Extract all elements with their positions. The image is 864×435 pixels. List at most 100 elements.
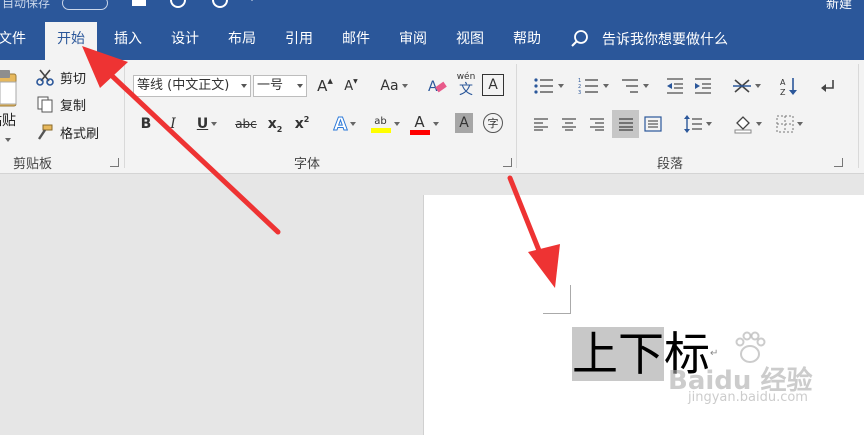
- align-left-button[interactable]: [530, 112, 552, 136]
- numbering-button[interactable]: 1 2 3: [573, 74, 613, 98]
- justify-button[interactable]: [612, 110, 639, 138]
- highlight-icon: ab: [374, 115, 387, 127]
- text-effects-icon: A: [333, 113, 348, 135]
- customize-icon[interactable]: [248, 0, 256, 1]
- format-painter-label: 格式刷: [60, 126, 100, 142]
- underline-icon: U: [196, 116, 209, 132]
- underline-button[interactable]: U: [192, 112, 222, 136]
- bullets-icon: [533, 78, 553, 94]
- tab-review[interactable]: 审阅: [399, 28, 427, 50]
- undo-icon[interactable]: [170, 0, 186, 8]
- line-spacing-button[interactable]: [678, 112, 716, 136]
- search-icon: [571, 30, 588, 47]
- align-center-button[interactable]: [558, 112, 580, 136]
- sort-icon: A Z: [780, 78, 797, 96]
- increase-indent-button[interactable]: [692, 74, 714, 98]
- bullets-button[interactable]: [528, 74, 568, 98]
- scissors-icon: [36, 69, 54, 86]
- font-color-button[interactable]: A: [408, 110, 440, 138]
- font-size-value: 一号: [257, 78, 284, 93]
- font-size-dropdown-icon: [297, 84, 303, 88]
- strikethrough-button[interactable]: abc: [232, 112, 260, 136]
- group-divider: [516, 64, 517, 168]
- paste-dropdown-icon[interactable]: [5, 138, 11, 142]
- tab-view[interactable]: 视图: [456, 28, 484, 50]
- subscript-button[interactable]: x2: [265, 112, 285, 136]
- clipboard-group-label: 剪贴板: [13, 157, 53, 172]
- superscript-mark: 2: [303, 114, 310, 124]
- character-border-button[interactable]: A: [482, 74, 504, 96]
- tab-layout[interactable]: 布局: [228, 28, 256, 50]
- shading-button[interactable]: [728, 112, 766, 136]
- italic-button[interactable]: I: [163, 112, 183, 136]
- align-right-icon: [590, 118, 604, 131]
- selected-text[interactable]: 上下: [572, 327, 664, 381]
- paste-button[interactable]: 粘贴: [0, 64, 30, 144]
- cut-button[interactable]: 剪切: [36, 66, 86, 88]
- title-bar: 自动保存 新建: [0, 0, 864, 14]
- character-shading-icon: A: [459, 115, 469, 131]
- tab-design[interactable]: 设计: [171, 28, 199, 50]
- svg-text:3: 3: [578, 90, 581, 95]
- superscript-icon: x: [294, 116, 304, 132]
- text-effects-button[interactable]: A: [328, 112, 362, 136]
- distributed-icon: [644, 116, 662, 132]
- phonetic-guide-button[interactable]: wén 文: [454, 70, 478, 100]
- change-case-icon: Aa: [380, 78, 399, 94]
- borders-button[interactable]: [770, 112, 808, 136]
- enclose-characters-button[interactable]: 字: [483, 113, 503, 133]
- grow-font-button[interactable]: A ▲: [315, 74, 335, 98]
- paragraph-group-label: 段落: [657, 157, 684, 172]
- tab-file[interactable]: 文件: [0, 28, 26, 50]
- format-painter-icon: [38, 124, 53, 140]
- clear-formatting-button[interactable]: A: [426, 74, 448, 98]
- subscript-icon: x: [267, 116, 277, 132]
- chinese-layout-icon: [732, 79, 751, 93]
- highlight-color-swatch: [370, 127, 391, 133]
- font-launcher-icon[interactable]: [503, 158, 512, 167]
- grow-font-icon: A: [317, 77, 328, 95]
- distributed-button[interactable]: [642, 112, 664, 136]
- paragraph-mark-icon: [821, 80, 834, 92]
- format-painter-button[interactable]: 格式刷: [36, 121, 99, 143]
- superscript-button[interactable]: x2: [292, 112, 312, 136]
- sort-button[interactable]: A Z: [778, 74, 800, 98]
- highlight-button[interactable]: ab: [366, 110, 404, 138]
- tell-me-box[interactable]: 告诉我你想要做什么: [570, 28, 728, 50]
- align-left-icon: [534, 118, 548, 131]
- bold-button[interactable]: B: [136, 112, 156, 136]
- redo-icon[interactable]: [212, 0, 228, 8]
- ribbon-home: 粘贴 剪切 复制 格式刷 剪贴板: [0, 60, 864, 174]
- font-name-select[interactable]: 等线 (中文正文): [133, 75, 251, 97]
- show-marks-button[interactable]: [816, 74, 838, 98]
- autosave-toggle[interactable]: [62, 0, 108, 10]
- paste-label: 粘贴: [0, 113, 16, 129]
- shrink-font-button[interactable]: A ▼: [341, 74, 361, 98]
- group-divider: [858, 64, 859, 168]
- decrease-indent-button[interactable]: [664, 74, 686, 98]
- chinese-layout-button[interactable]: [728, 74, 764, 98]
- clipboard-launcher-icon[interactable]: [110, 158, 119, 167]
- save-icon[interactable]: [132, 0, 146, 6]
- ribbon-tabs: 文件 开始 插入 设计 布局 引用 邮件 审阅 视图 帮助 告诉我你想要做什么: [0, 14, 864, 60]
- copy-icon: [37, 96, 53, 113]
- margin-corner-mark: [543, 285, 571, 314]
- tab-mailings[interactable]: 邮件: [342, 28, 370, 50]
- font-name-value: 等线 (中文正文): [137, 78, 230, 93]
- tab-help[interactable]: 帮助: [513, 28, 541, 50]
- align-center-icon: [562, 118, 576, 131]
- align-right-button[interactable]: [586, 112, 608, 136]
- tab-home[interactable]: 开始: [45, 22, 97, 60]
- character-border-icon: A: [488, 77, 498, 93]
- borders-icon: [776, 115, 793, 133]
- multilevel-list-button[interactable]: [617, 74, 651, 98]
- change-case-button[interactable]: Aa: [377, 74, 411, 98]
- copy-button[interactable]: 复制: [36, 93, 86, 115]
- paragraph-launcher-icon[interactable]: [834, 158, 843, 167]
- tab-insert[interactable]: 插入: [114, 28, 142, 50]
- font-size-select[interactable]: 一号: [253, 75, 307, 97]
- character-shading-button[interactable]: A: [455, 113, 473, 133]
- tab-references[interactable]: 引用: [285, 28, 313, 50]
- decrease-indent-icon: [667, 78, 683, 94]
- enclose-characters-icon: 字: [487, 117, 499, 130]
